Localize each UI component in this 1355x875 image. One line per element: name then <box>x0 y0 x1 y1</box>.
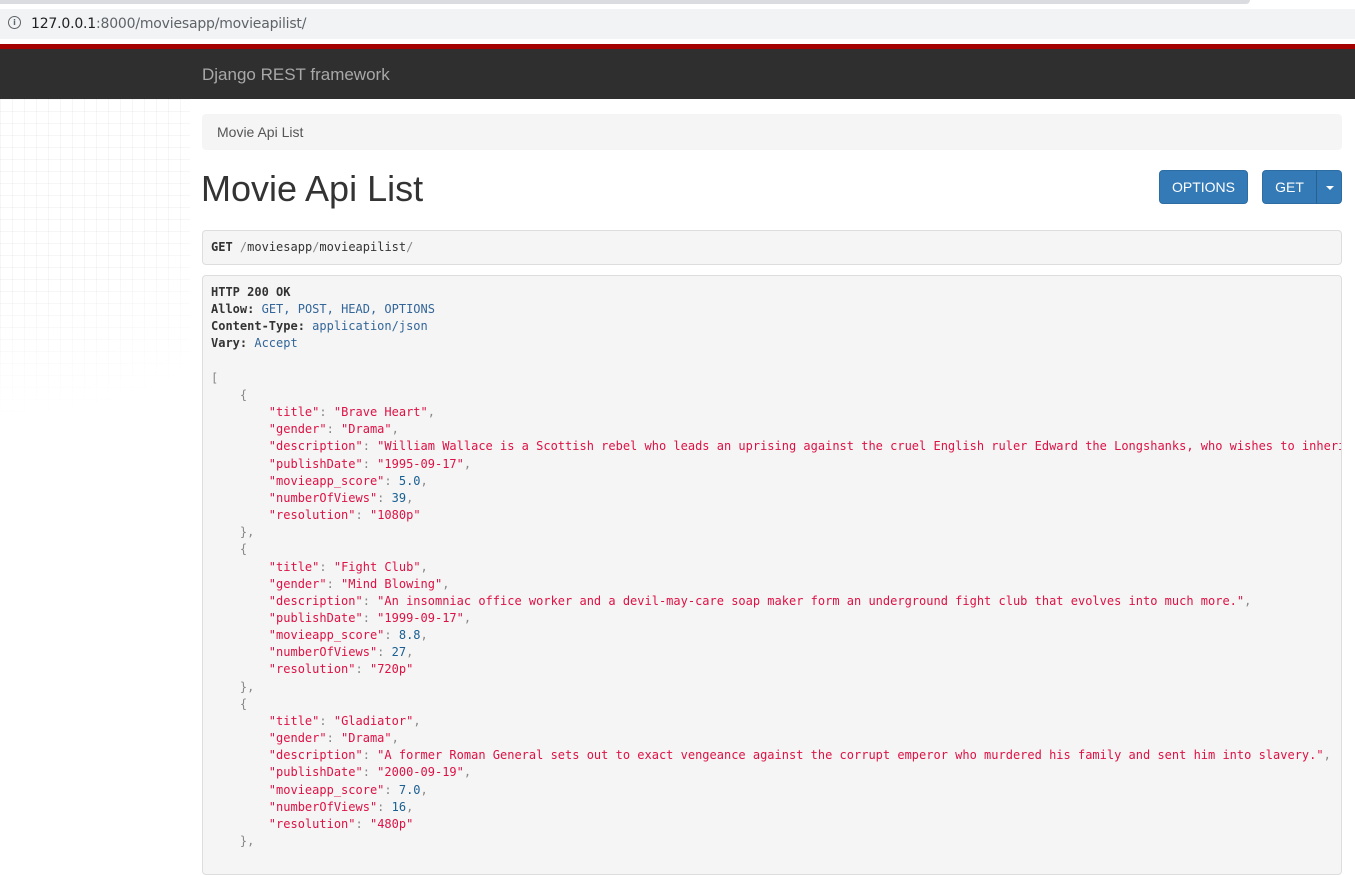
header-name: Vary: <box>211 336 248 351</box>
request-info: GET /moviesapp/movieapilist/ <box>202 230 1342 265</box>
get-button[interactable]: GET <box>1262 170 1317 204</box>
movie-title: Fight Club <box>341 559 414 574</box>
tab-strip-edge <box>0 0 1250 4</box>
movie-gender: Mind Blowing <box>348 576 435 591</box>
header-name: Allow: <box>211 302 255 317</box>
movie-views: 27 <box>391 645 407 660</box>
movie-description: A former Roman General sets out to exact… <box>384 748 1317 763</box>
get-format-dropdown-button[interactable] <box>1316 170 1342 204</box>
movie-gender: Drama <box>348 731 385 746</box>
header-value: application/json <box>312 319 428 334</box>
movie-score: 7.0 <box>398 782 421 797</box>
response-info: HTTP 200 OK Allow: GET, POST, HEAD, OPTI… <box>202 275 1342 875</box>
url-path: :8000/moviesapp/movieapilist/ <box>96 16 307 32</box>
request-line: GET /moviesapp/movieapilist/ <box>211 240 414 254</box>
movie-score: 8.8 <box>398 628 421 643</box>
breadcrumb-item-active: Movie Api List <box>217 124 304 140</box>
navbar: Django REST framework <box>0 49 1355 99</box>
movie-gender: Drama <box>348 422 385 437</box>
brand-link[interactable]: Django REST framework <box>202 65 390 85</box>
movie-publish-date: 1999-09-17 <box>384 610 457 625</box>
header-name: Content-Type: <box>211 319 305 334</box>
caret-down-icon <box>1326 186 1334 190</box>
movie-resolution: 1080p <box>377 508 414 523</box>
browser-address-bar: i 127.0.0.1:8000/moviesapp/movieapilist/ <box>0 0 1355 44</box>
response-status: HTTP 200 OK <box>211 285 291 299</box>
request-path-segment[interactable]: moviesapp <box>247 240 312 254</box>
movie-views: 39 <box>391 490 407 505</box>
movie-resolution: 480p <box>377 816 407 831</box>
movie-description: William Wallace is a Scottish rebel who … <box>384 439 1342 454</box>
movie-resolution: 720p <box>377 662 407 677</box>
info-icon[interactable]: i <box>8 16 21 29</box>
movie-score: 5.0 <box>398 473 421 488</box>
movie-title: Gladiator <box>341 713 407 728</box>
response-content: HTTP 200 OK Allow: GET, POST, HEAD, OPTI… <box>211 284 1342 850</box>
request-path-segment[interactable]: movieapilist <box>319 240 406 254</box>
movie-title: Brave Heart <box>341 405 421 420</box>
movie-views: 16 <box>391 799 407 814</box>
page-title: Movie Api List <box>201 168 424 209</box>
header-value: Accept <box>254 336 298 351</box>
url-text[interactable]: 127.0.0.1:8000/moviesapp/movieapilist/ <box>31 16 306 32</box>
movie-description: An insomniac office worker and a devil-m… <box>384 593 1237 608</box>
url-host: 127.0.0.1 <box>31 16 96 32</box>
request-method: GET <box>211 240 233 254</box>
breadcrumb: Movie Api List <box>202 114 1342 150</box>
movie-publish-date: 1995-09-17 <box>384 456 457 471</box>
header-value: GET, POST, HEAD, OPTIONS <box>261 302 435 317</box>
movie-publish-date: 2000-09-19 <box>384 765 457 780</box>
options-button[interactable]: OPTIONS <box>1159 170 1248 204</box>
